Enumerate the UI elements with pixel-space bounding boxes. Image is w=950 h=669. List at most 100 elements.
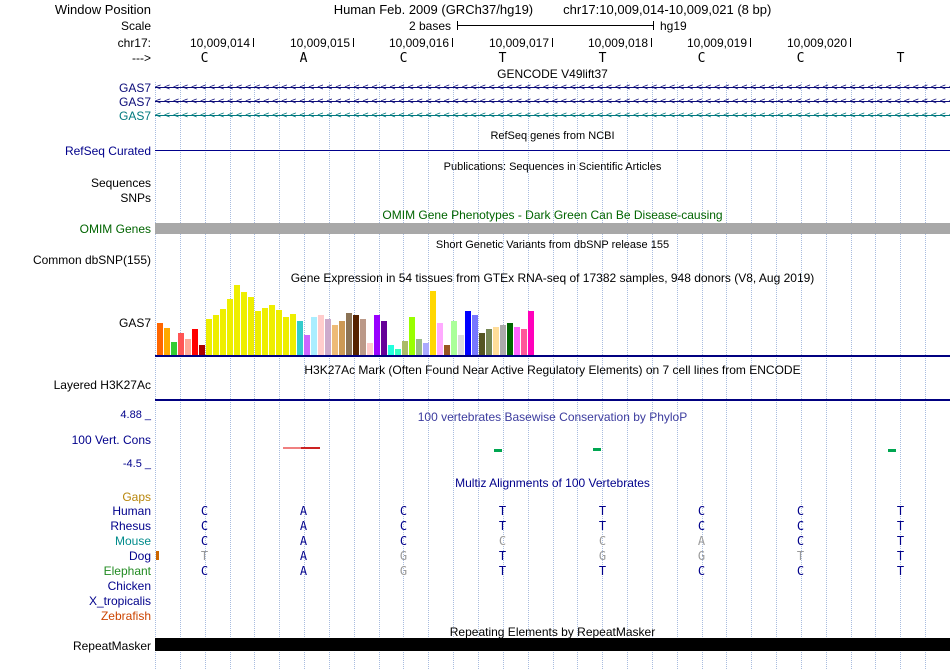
gtex-expression-bar[interactable] xyxy=(465,311,471,355)
gtex-expression-bar[interactable] xyxy=(262,308,268,355)
gtex-expression-bar[interactable] xyxy=(486,329,492,355)
species-label-rhesus[interactable]: Rhesus xyxy=(0,519,151,533)
gtex-expression-bar[interactable] xyxy=(157,323,163,355)
species-label-zebrafish[interactable]: Zebrafish xyxy=(0,609,151,623)
phylop-mark xyxy=(301,447,320,449)
vert-cons-label[interactable]: 100 Vert. Cons xyxy=(0,433,151,447)
window-position-header: Human Feb. 2009 (GRCh37/hg19) chr17:10,00… xyxy=(155,2,950,17)
gtex-expression-bar[interactable] xyxy=(318,315,324,355)
reference-base: C xyxy=(697,51,706,66)
gencode-transcript-gas7[interactable]: <<<<<<<<<<<<<<<<<<<<<<<<<<<<<<<<<<<<<<<<… xyxy=(155,81,950,94)
gtex-expression-bar[interactable] xyxy=(388,345,394,355)
gtex-expression-bar[interactable] xyxy=(290,314,296,355)
coordinate-tick xyxy=(353,38,354,47)
alignment-base: T xyxy=(200,549,209,563)
gtex-expression-bar[interactable] xyxy=(514,327,520,355)
gtex-expression-bar[interactable] xyxy=(248,297,254,355)
gas7-transcript-label-1[interactable]: GAS7 xyxy=(0,81,151,95)
gtex-expression-bar[interactable] xyxy=(206,319,212,355)
gtex-expression-bar[interactable] xyxy=(311,317,317,355)
gtex-expression-bar[interactable] xyxy=(437,323,443,355)
species-label-elephant[interactable]: Elephant xyxy=(0,564,151,578)
gtex-expression-bar[interactable] xyxy=(199,345,205,355)
gtex-expression-bar[interactable] xyxy=(416,339,422,355)
gtex-expression-bar[interactable] xyxy=(241,292,247,355)
species-label-x-tropicalis[interactable]: X_tropicalis xyxy=(0,594,151,608)
coordinate-label: 10,009,015 xyxy=(289,36,350,50)
gtex-gas7-label[interactable]: GAS7 xyxy=(0,316,151,330)
gtex-expression-bar[interactable] xyxy=(430,291,436,355)
alignment-base: C xyxy=(697,519,706,533)
refseq-curated-label[interactable]: RefSeq Curated xyxy=(0,144,151,158)
alignment-base: T xyxy=(796,549,805,563)
gtex-expression-bar[interactable] xyxy=(360,319,366,355)
alignment-base: T xyxy=(498,519,507,533)
species-label-dog[interactable]: Dog xyxy=(0,549,151,563)
gtex-expression-bar[interactable] xyxy=(325,319,331,355)
gencode-transcript-gas7[interactable]: <<<<<<<<<<<<<<<<<<<<<<<<<<<<<<<<<<<<<<<<… xyxy=(155,109,950,122)
gtex-expression-bar[interactable] xyxy=(479,333,485,355)
reference-base: T xyxy=(896,51,905,66)
gtex-expression-bar[interactable] xyxy=(521,329,527,355)
gtex-expression-bar[interactable] xyxy=(500,325,506,355)
gtex-expression-bar[interactable] xyxy=(192,329,198,355)
coordinate-label: 10,009,019 xyxy=(686,36,747,50)
gtex-expression-bar[interactable] xyxy=(339,321,345,355)
common-dbsnp-label[interactable]: Common dbSNP(155) xyxy=(0,253,151,267)
omim-genes-label[interactable]: OMIM Genes xyxy=(0,222,151,236)
gtex-expression-bar[interactable] xyxy=(458,335,464,355)
alignment-base: C xyxy=(796,564,805,578)
gtex-expression-bar[interactable] xyxy=(164,328,170,355)
refseq-curated-line[interactable] xyxy=(155,150,950,151)
gtex-expression-bar[interactable] xyxy=(451,321,457,355)
gtex-expression-bar[interactable] xyxy=(304,335,310,355)
gtex-expression-bar[interactable] xyxy=(332,325,338,355)
species-label-chicken[interactable]: Chicken xyxy=(0,579,151,593)
gtex-baseline xyxy=(155,355,950,357)
gtex-expression-bar[interactable] xyxy=(178,333,184,355)
alignment-base: C xyxy=(796,534,805,548)
alignment-base: C xyxy=(697,564,706,578)
gtex-expression-bar[interactable] xyxy=(283,317,289,355)
alignment-base: T xyxy=(498,549,507,563)
gtex-expression-bar[interactable] xyxy=(493,327,499,355)
reference-base: T xyxy=(498,51,507,66)
gaps-label[interactable]: Gaps xyxy=(0,490,151,504)
gtex-expression-bar[interactable] xyxy=(472,315,478,355)
species-label-human[interactable]: Human xyxy=(0,504,151,518)
repeatmasker-bar[interactable] xyxy=(155,638,950,651)
species-label-mouse[interactable]: Mouse xyxy=(0,534,151,548)
gtex-expression-bar[interactable] xyxy=(528,311,534,355)
gtex-expression-bar[interactable] xyxy=(276,310,282,355)
repeatmasker-label[interactable]: RepeatMasker xyxy=(0,639,151,653)
gtex-expression-bar[interactable] xyxy=(444,345,450,355)
gtex-expression-bar[interactable] xyxy=(185,339,191,355)
coordinate-tick xyxy=(552,38,553,47)
gtex-expression-bar[interactable] xyxy=(353,315,359,355)
sequences-label[interactable]: Sequences xyxy=(0,176,151,190)
layered-h3k27ac-label[interactable]: Layered H3K27Ac xyxy=(0,378,151,392)
gtex-expression-bar[interactable] xyxy=(255,311,261,355)
gtex-expression-bar[interactable] xyxy=(409,317,415,355)
gtex-expression-bar[interactable] xyxy=(234,285,240,355)
gtex-expression-bar[interactable] xyxy=(297,321,303,355)
gtex-expression-bar[interactable] xyxy=(213,315,219,355)
gtex-expression-bar[interactable] xyxy=(227,299,233,355)
gtex-expression-bar[interactable] xyxy=(423,343,429,355)
gtex-expression-bar[interactable] xyxy=(220,309,226,355)
gas7-transcript-label-3[interactable]: GAS7 xyxy=(0,109,151,123)
gtex-expression-bar[interactable] xyxy=(381,321,387,355)
gtex-expression-bar[interactable] xyxy=(171,342,177,355)
gas7-transcript-label-2[interactable]: GAS7 xyxy=(0,95,151,109)
gtex-expression-bar[interactable] xyxy=(346,313,352,355)
gtex-expression-bar[interactable] xyxy=(374,315,380,355)
gtex-expression-bar[interactable] xyxy=(507,323,513,355)
snps-label[interactable]: SNPs xyxy=(0,191,151,205)
gtex-expression-bar[interactable] xyxy=(402,341,408,355)
omim-genes-bar[interactable] xyxy=(155,223,950,234)
gtex-expression-bar[interactable] xyxy=(269,305,275,355)
h3k27ac-baseline[interactable] xyxy=(155,399,950,401)
gencode-transcript-gas7[interactable]: <<<<<<<<<<<<<<<<<<<<<<<<<<<<<<<<<<<<<<<<… xyxy=(155,95,950,108)
alignment-base: C xyxy=(399,504,408,518)
gtex-expression-bar[interactable] xyxy=(367,343,373,355)
